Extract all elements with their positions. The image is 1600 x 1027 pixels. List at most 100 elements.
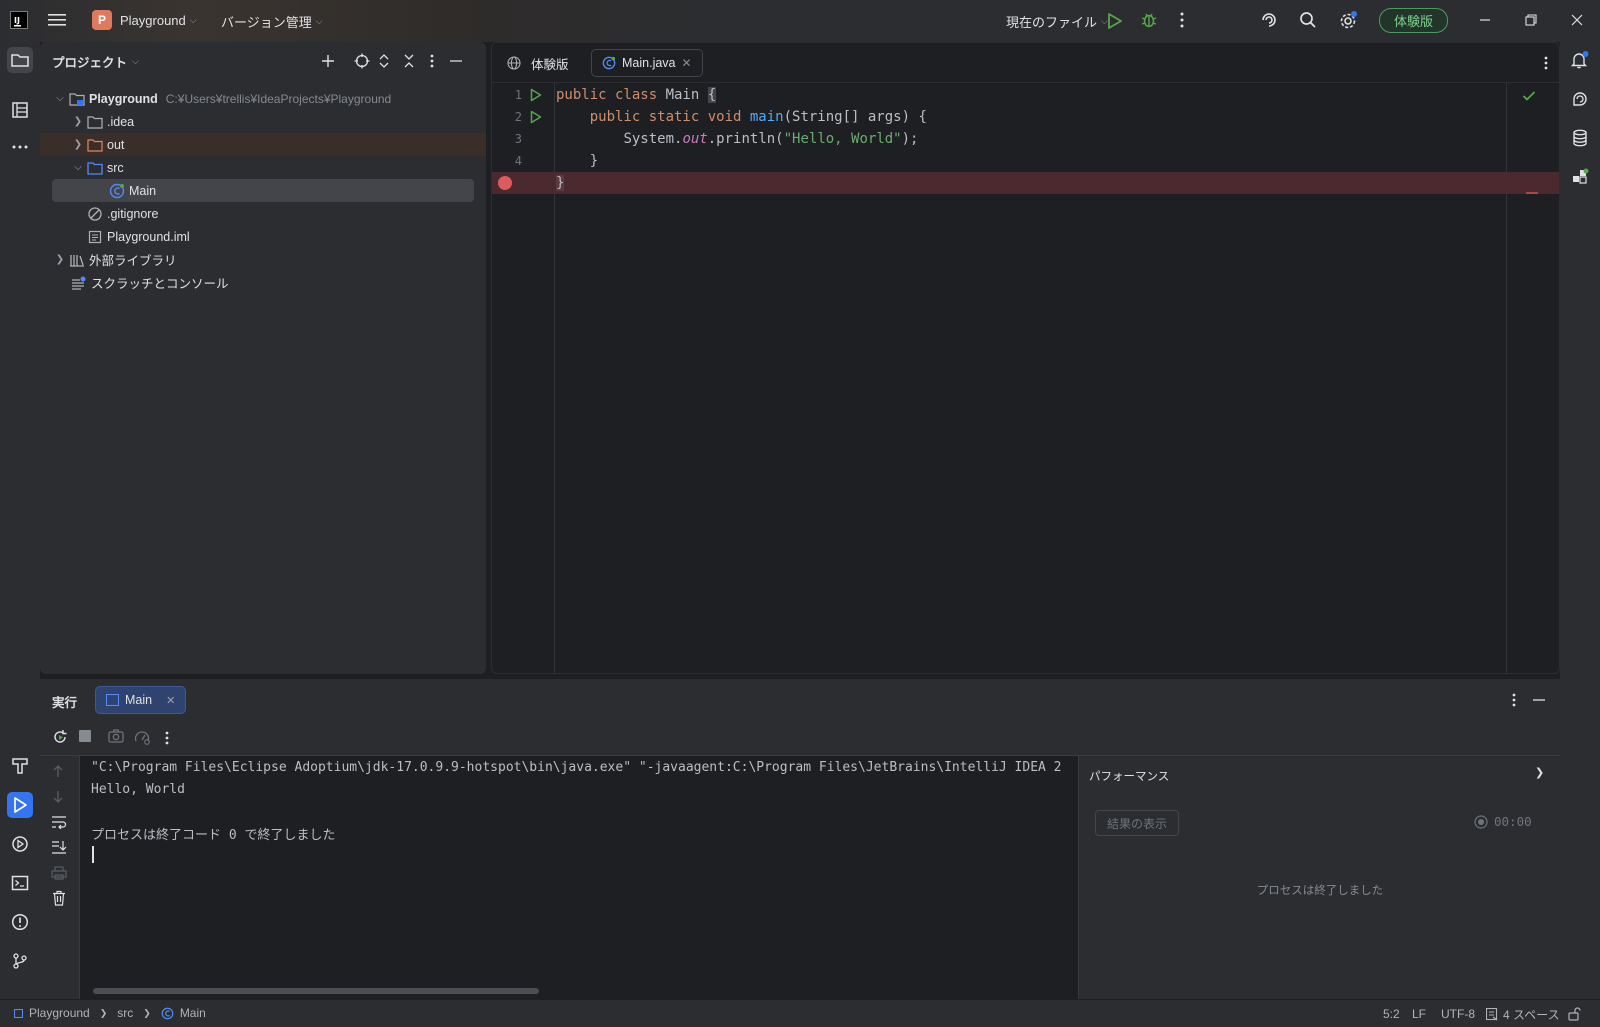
tree-item-main[interactable]: Main [52,179,474,202]
restore-icon[interactable] [1525,14,1537,26]
chevron-right-icon[interactable]: ❯ [70,139,86,150]
plugin-icon[interactable] [1567,164,1593,190]
more-actions-icon[interactable] [164,730,170,746]
left-tool-strip [0,42,40,999]
breadcrumb-item[interactable]: Playground [29,1006,90,1020]
run-gutter-icon[interactable] [530,110,542,124]
chevron-right-icon[interactable]: ❯ [52,254,68,265]
locate-file-icon[interactable] [354,53,370,69]
breadcrumb-item[interactable]: Main [180,1006,206,1020]
project-selector[interactable]: P Playground ⌵ [92,10,197,30]
tree-item-scratches[interactable]: スクラッチとコンソール [40,271,486,294]
notifications-bell-icon[interactable] [1567,47,1593,73]
more-tools-icon[interactable] [7,134,33,160]
scroll-up-icon[interactable] [52,764,64,778]
indent-setting[interactable]: 4 スペース [1486,1006,1560,1023]
hide-panel-icon[interactable] [450,60,462,62]
run-gutter-icon[interactable] [530,88,542,102]
soft-wrap-icon[interactable] [51,815,67,829]
expand-all-icon[interactable] [378,53,390,69]
code-text: System.out.println("Hello, World"); [556,131,918,147]
ai-assistant-icon[interactable] [1260,11,1278,29]
readonly-lock-icon[interactable] [1568,1007,1581,1021]
search-icon[interactable] [1299,11,1317,29]
breadcrumb: Playground ❯ src ❯ Main [14,1006,206,1020]
close-tab-icon[interactable]: ✕ [166,694,175,707]
run-icon[interactable] [1107,12,1123,30]
console-output[interactable]: "C:\Program Files\Eclipse Adoptium\jdk-1… [80,756,1078,1000]
tree-item-gitignore[interactable]: .gitignore [40,202,486,225]
vcs-menu[interactable]: バージョン管理 ⌵ [221,12,323,31]
chevron-right-icon[interactable]: ❯ [70,116,86,127]
run-panel-title[interactable]: 実行 [52,692,77,711]
iml-file-icon [86,229,104,245]
tab-trial[interactable]: 体験版 [497,49,579,77]
tab-options-icon[interactable] [1543,55,1549,71]
chevron-down-icon[interactable]: ⌵ [132,56,139,67]
close-tab-icon[interactable]: ✕ [682,56,692,70]
tree-item-external-libraries[interactable]: ❯ 外部ライブラリ [40,248,486,271]
error-stripe-marker[interactable] [1526,192,1538,194]
print-icon[interactable] [51,866,67,880]
stop-icon[interactable] [79,730,91,742]
panel-options-icon[interactable] [429,53,435,69]
code-line-5[interactable]: } [492,172,1559,194]
run-panel-options-icon[interactable] [1511,692,1517,708]
project-panel-title[interactable]: プロジェクト [52,52,127,71]
code-text: public static void main(String[] args) { [556,109,927,125]
new-file-icon[interactable] [320,53,336,69]
show-results-button[interactable]: 結果の表示 [1095,810,1179,836]
chevron-down-icon[interactable]: ⌵ [52,93,68,104]
tree-item-iml[interactable]: Playground.iml [40,225,486,248]
clear-trash-icon[interactable] [52,890,66,906]
collapse-all-icon[interactable] [403,53,415,69]
indent-label: 4 スペース [1503,1008,1560,1022]
debug-icon[interactable] [1140,11,1158,29]
tree-item-src[interactable]: ⌵ src [40,156,486,179]
tree-item-idea[interactable]: ❯ .idea [40,110,486,133]
file-encoding[interactable]: UTF-8 [1441,1007,1475,1021]
services-icon[interactable] [7,831,33,857]
git-branch-icon[interactable] [7,948,33,974]
profiler-gauge-icon[interactable] [134,729,150,745]
main-menu-icon[interactable] [48,12,66,28]
trial-button[interactable]: 体験版 [1379,8,1449,33]
tree-item-label: src [107,160,124,175]
ai-chat-icon[interactable] [1567,86,1593,112]
tree-root-playground[interactable]: ⌵ Playground C:¥Users¥trellis¥IdeaProjec… [40,87,486,110]
run-tool-icon[interactable] [7,792,33,818]
screenshot-camera-icon[interactable] [108,729,124,743]
code-line-3[interactable]: 3 System.out.println("Hello, World"); [492,128,1559,150]
scroll-to-end-icon[interactable] [51,840,67,854]
code-line-1[interactable]: 1 public class Main { [492,84,1559,106]
no-problems-check-icon[interactable] [1522,90,1536,102]
code-line-4[interactable]: 4 } [492,150,1559,172]
hide-panel-icon[interactable] [1533,699,1545,701]
project-tool-folder-icon[interactable] [7,47,33,73]
database-icon[interactable] [1567,125,1593,151]
code-line-2[interactable]: 2 public static void main(String[] args)… [492,106,1559,128]
close-window-icon[interactable] [1571,14,1583,26]
intellij-logo-icon[interactable]: IJ [10,11,28,29]
terminal-icon[interactable] [7,870,33,896]
chevron-down-icon[interactable]: ⌵ [70,162,86,173]
structure-icon[interactable] [7,97,33,123]
scroll-down-icon[interactable] [52,790,64,804]
tab-main-java[interactable]: Main.java ✕ [591,49,703,77]
chevron-right-icon[interactable]: ❯ [1535,766,1544,779]
run-tab-main[interactable]: Main ✕ [95,686,187,714]
breakpoint-icon[interactable] [498,176,512,190]
run-config-selector[interactable]: 現在のファイル ⌵ [1006,12,1108,31]
settings-gear-icon[interactable] [1338,10,1358,30]
horizontal-scrollbar[interactable] [93,988,539,994]
line-separator[interactable]: LF [1412,1007,1426,1021]
breadcrumb-item[interactable]: src [117,1006,133,1020]
caret-position[interactable]: 5:2 [1383,1007,1400,1021]
right-tool-strip [1560,42,1600,999]
minimize-icon[interactable] [1479,14,1491,26]
more-actions-icon[interactable] [1179,11,1185,29]
rerun-icon[interactable] [52,729,68,745]
tree-item-out[interactable]: ❯ out [40,133,486,156]
build-hammer-icon[interactable] [7,753,33,779]
problems-icon[interactable] [7,909,33,935]
